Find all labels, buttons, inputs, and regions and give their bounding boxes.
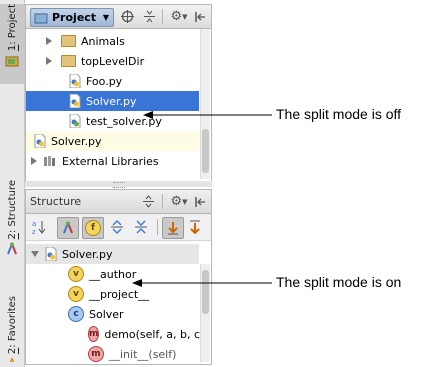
callout-split-mode-off: The split mode is off [276,106,402,122]
arrowhead-icon [132,279,142,287]
arrowhead-icon [143,111,153,119]
callout-split-mode-on: The split mode is on [276,274,402,290]
callout-arrows [132,111,272,287]
